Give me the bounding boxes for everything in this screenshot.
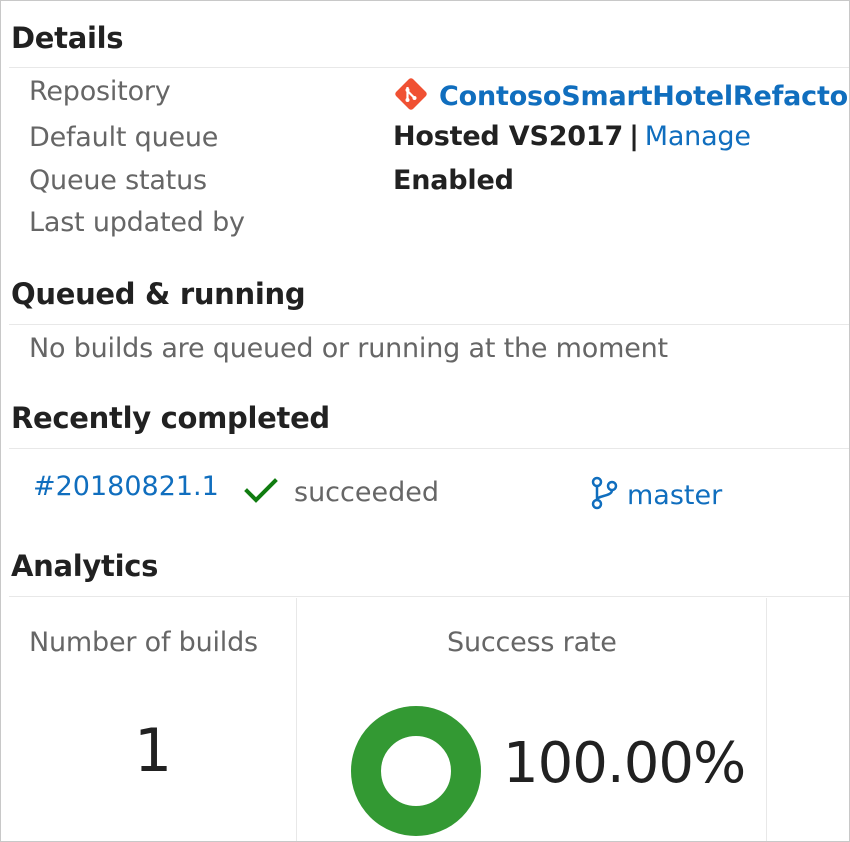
details-heading: Details [11, 21, 124, 55]
success-rate-title: Success rate [447, 627, 617, 658]
recently-completed-heading: Recently completed [11, 401, 330, 435]
queue-separator: | [629, 121, 639, 152]
success-rate-donut [351, 706, 481, 836]
manage-link[interactable]: Manage [645, 121, 751, 152]
queue-name: Hosted VS2017 [393, 121, 624, 152]
analytics-divider [9, 596, 849, 597]
queued-empty-message: No builds are queued or running at the m… [29, 333, 668, 364]
default-queue-label: Default queue [29, 122, 219, 153]
repository-link[interactable]: ContosoSmartHotelRefactor [393, 76, 850, 116]
tile-divider [296, 598, 297, 841]
default-queue-value: Hosted VS2017 | Manage [393, 121, 751, 152]
number-of-builds-title: Number of builds [29, 627, 258, 658]
queued-divider [9, 324, 849, 325]
git-icon [393, 76, 429, 116]
branch-link[interactable]: master [589, 475, 722, 515]
repository-name: ContosoSmartHotelRefactor [439, 80, 850, 112]
branch-name: master [627, 479, 723, 511]
last-updated-label: Last updated by [29, 207, 245, 238]
analytics-heading: Analytics [11, 549, 159, 583]
success-rate-value: 100.00% [503, 731, 746, 796]
check-icon [244, 477, 278, 508]
build-number-link[interactable]: #20180821.1 [33, 471, 219, 502]
details-divider [9, 67, 849, 68]
recent-divider [9, 448, 849, 449]
queued-running-heading: Queued & running [11, 277, 306, 311]
number-of-builds-value: 1 [134, 716, 173, 786]
tile-divider [766, 598, 767, 841]
queue-status-value: Enabled [393, 165, 514, 196]
queue-status-label: Queue status [29, 165, 207, 196]
repository-label: Repository [29, 76, 171, 107]
build-status: succeeded [244, 477, 439, 508]
build-definition-summary: Details Repository ContosoSmartHotelRefa… [0, 0, 850, 842]
build-status-text: succeeded [294, 477, 439, 508]
branch-icon [589, 475, 619, 515]
